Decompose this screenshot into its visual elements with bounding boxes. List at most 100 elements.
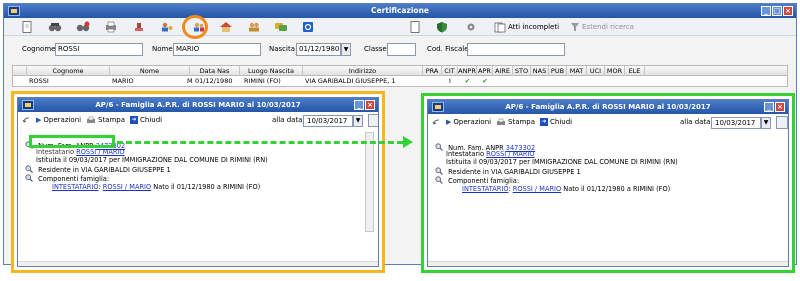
dialog-title: AP/6 - Famiglia A.P.R. di ROSSI MARIO al…	[505, 103, 711, 111]
member-role-link[interactable]: INTESTATARIO	[52, 183, 98, 191]
date-input[interactable]: 10/03/2017	[303, 115, 353, 127]
chat-icon[interactable]	[274, 21, 288, 33]
cod-fiscale-label: Cod. Fiscale	[427, 45, 469, 53]
col-luogo-nascita[interactable]: Luogo Nascita	[240, 66, 303, 76]
estendi-ricerca-button[interactable]: Estendi ricerca	[570, 20, 634, 34]
dialog-scrollbar[interactable]	[365, 132, 374, 232]
member-role-link[interactable]: INTESTATARIO	[462, 185, 508, 193]
member-separator: :	[98, 183, 101, 191]
classe-input[interactable]	[387, 43, 416, 56]
magnifier-icon	[435, 167, 443, 175]
maximize-button[interactable]: □	[772, 6, 782, 16]
operazioni-button[interactable]: ▶ Operazioni	[446, 117, 491, 127]
minimize-button[interactable]: _	[761, 6, 771, 16]
col-nome[interactable]: Nome	[110, 66, 190, 76]
dialog-app-icon	[22, 100, 34, 110]
back-icon[interactable]	[22, 115, 31, 125]
dialog-controls: _ ×	[764, 102, 785, 112]
col-data-nas[interactable]: Data Nas	[190, 66, 240, 76]
componenti-line: Componenti famiglia:	[435, 176, 519, 185]
certificazione-titlebar[interactable]: Certificazione _ □ ×	[4, 4, 796, 18]
col-indirizzo[interactable]: Indirizzo	[303, 66, 423, 76]
col-anpr[interactable]: ANPR	[458, 66, 477, 76]
main-toolbar: Atti incompleti Estendi ricerca	[4, 18, 796, 36]
stampa-button[interactable]: Stampa	[86, 115, 125, 125]
col-cit[interactable]: CIT	[442, 66, 458, 76]
cell-indirizzo: VIA GARIBALDI GIUSEPPE, 1	[305, 77, 396, 85]
people-key-icon[interactable]	[160, 21, 174, 33]
dialog-titlebar[interactable]: AP/6 - Famiglia A.P.R. di ROSSI MARIO al…	[18, 98, 378, 112]
col-sto[interactable]: STO	[513, 66, 531, 76]
dialog-titlebar[interactable]: AP/6 - Famiglia A.P.R. di ROSSI MARIO al…	[428, 100, 788, 114]
chiudi-button[interactable]: ➜ Chiudi	[540, 117, 572, 127]
house-icon[interactable]	[219, 21, 233, 33]
window-title: Certificazione	[370, 6, 430, 15]
col-mat[interactable]: MAT	[567, 66, 587, 76]
printer-icon[interactable]	[104, 21, 118, 33]
outlook-icon[interactable]	[301, 21, 315, 33]
col-ele[interactable]: ELE	[625, 66, 645, 76]
dialog-status-strip	[428, 261, 788, 266]
refresh-icon[interactable]	[776, 116, 788, 129]
nascita-input[interactable]: 01/12/1980	[296, 43, 341, 56]
nome-label: Nome	[152, 45, 173, 53]
member-name-link[interactable]: ROSSI / MARIO	[513, 185, 561, 193]
col-uci[interactable]: UCI	[587, 66, 605, 76]
col-aire[interactable]: AIRE	[493, 66, 513, 76]
dialog-close-button[interactable]: ×	[365, 100, 375, 110]
family-dialog-after: AP/6 - Famiglia A.P.R. di ROSSI MARIO al…	[427, 99, 789, 267]
cell-nome: MARIO	[112, 77, 134, 85]
nome-input[interactable]: MARIO	[173, 43, 261, 56]
close-button[interactable]: ×	[783, 6, 793, 16]
date-dropdown-icon[interactable]: ▼	[761, 117, 771, 129]
magnifier-icon	[435, 143, 443, 151]
nascita-dropdown-icon[interactable]: ▼	[341, 43, 351, 56]
people-icon[interactable]	[247, 21, 261, 33]
dialog-minimize-button[interactable]: _	[354, 100, 364, 110]
intestatario-link[interactable]: ROSSI / MARIO	[486, 150, 534, 158]
col-pub[interactable]: PUB	[549, 66, 567, 76]
dialog-minimize-button[interactable]: _	[764, 102, 774, 112]
istituita-line: Istituita il 09/03/2017 per IMMIGRAZIONE…	[36, 156, 268, 164]
member-separator: :	[508, 185, 511, 193]
dialog-close-button[interactable]: ×	[775, 102, 785, 112]
green-highlight-frame: AP/6 - Famiglia A.P.R. di ROSSI MARIO al…	[421, 93, 795, 273]
cod-fiscale-input[interactable]	[467, 43, 565, 56]
residente-text: Residente in VIA GARIBALDI GIUSEPPE 1	[38, 166, 171, 174]
annotation-arrow-line	[117, 141, 403, 144]
document-icon[interactable]	[408, 21, 422, 33]
chiudi-button[interactable]: ➜ Chiudi	[130, 115, 162, 125]
back-icon[interactable]	[432, 117, 441, 127]
shield-icon[interactable]	[435, 21, 449, 33]
atti-incompleti-button[interactable]: Atti incompleti	[494, 20, 559, 34]
col-nas[interactable]: NAS	[531, 66, 549, 76]
binoculars-red-icon[interactable]	[76, 21, 90, 33]
dialog-controls: _ ×	[354, 100, 375, 110]
col-apr[interactable]: APR	[477, 66, 493, 76]
printer-icon	[87, 116, 95, 123]
documents-icon	[494, 22, 506, 32]
play-icon: ▶	[36, 116, 42, 124]
table-row[interactable]: ROSSI MARIO M 01/12/1980 RIMINI (FO) VIA…	[12, 76, 788, 87]
annotation-arrow-head-icon	[403, 136, 413, 148]
col-cognome[interactable]: Cognome	[27, 66, 110, 76]
intestatario-link[interactable]: ROSSI / MARIO	[76, 148, 124, 156]
binoculars-icon[interactable]	[48, 21, 62, 33]
gear-icon[interactable]	[464, 21, 478, 33]
stamp-icon[interactable]	[132, 21, 146, 33]
date-input[interactable]: 10/03/2017	[711, 117, 761, 129]
operazioni-button[interactable]: ▶ Operazioni	[36, 115, 81, 125]
member-name-link[interactable]: ROSSI / MARIO	[103, 183, 151, 191]
cognome-input[interactable]: ROSSI	[55, 43, 143, 56]
refresh-icon[interactable]	[368, 114, 378, 127]
componenti-text: Componenti famiglia:	[38, 175, 110, 183]
operazioni-label: Operazioni	[43, 116, 82, 124]
filter-icon	[571, 23, 579, 31]
col-pra[interactable]: PRA	[423, 66, 442, 76]
exit-icon: ➜	[540, 118, 548, 126]
yellow-highlight-frame: AP/6 - Famiglia A.P.R. di ROSSI MARIO al…	[11, 91, 385, 273]
stampa-button[interactable]: Stampa	[496, 117, 535, 127]
col-mor[interactable]: MOR	[605, 66, 625, 76]
date-dropdown-icon[interactable]: ▼	[353, 115, 363, 127]
new-document-icon[interactable]	[20, 21, 34, 33]
